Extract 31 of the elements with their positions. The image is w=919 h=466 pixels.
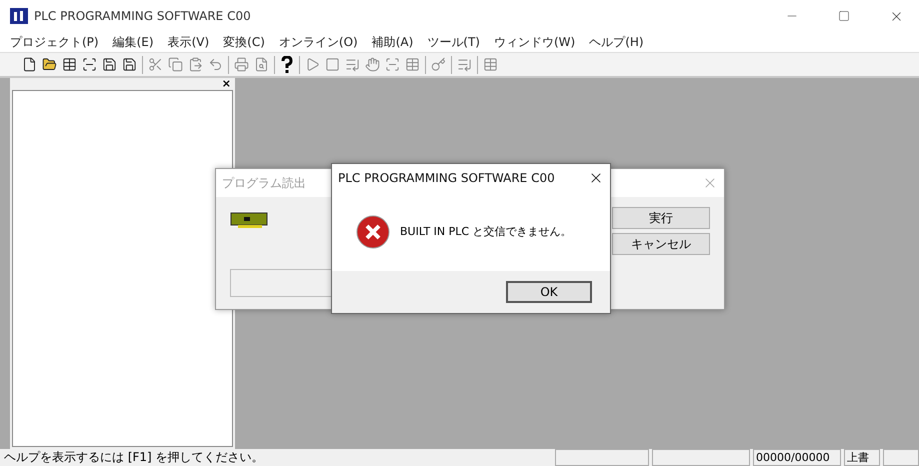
toolbar-icon[interactable]	[42, 57, 57, 72]
toolbar-icon[interactable]	[82, 57, 97, 72]
close-icon[interactable]: ×	[222, 79, 231, 89]
menu-item[interactable]: 編集(E)	[112, 34, 154, 50]
error-icon	[356, 214, 390, 248]
toolbar-icon[interactable]	[122, 57, 137, 72]
dialog-title: プログラム読出	[222, 174, 306, 192]
toolbar-icon[interactable]	[102, 57, 117, 72]
menu-item[interactable]: オンライン(O)	[278, 34, 358, 50]
circuit-board-icon	[230, 211, 268, 231]
toolbar-icon[interactable]	[22, 57, 37, 72]
menu-item[interactable]: 表示(V)	[168, 34, 210, 50]
status-help-text: ヘルプを表示するには [F1] を押してください。	[3, 449, 265, 466]
menu-item[interactable]: プロジェクト(P)	[10, 34, 99, 50]
menu-item[interactable]: ツール(T)	[427, 34, 480, 50]
maximize-icon[interactable]	[838, 10, 850, 22]
toolbar-icon[interactable]	[62, 57, 77, 72]
app-logo-icon	[10, 8, 28, 24]
menu-item[interactable]: ヘルプ(H)	[589, 34, 644, 50]
menu-item[interactable]: 変換(C)	[223, 34, 265, 50]
dialog-title: PLC PROGRAMMING SOFTWARE C00	[338, 171, 555, 185]
error-message: BUILT IN PLC と交信できません。	[400, 224, 572, 239]
status-panel: 00000/00000	[753, 449, 841, 466]
cancel-button[interactable]: キャンセル	[612, 233, 710, 255]
execute-button[interactable]: 実行	[612, 207, 710, 229]
menu-item[interactable]: 補助(A)	[372, 34, 414, 50]
ok-button[interactable]: OK	[506, 281, 592, 303]
status-panel: 上書	[844, 449, 880, 466]
menu-item[interactable]: ウィンドウ(W)	[494, 34, 576, 50]
window-title: PLC PROGRAMMING SOFTWARE C00	[34, 9, 252, 23]
help-icon[interactable]	[280, 56, 294, 74]
